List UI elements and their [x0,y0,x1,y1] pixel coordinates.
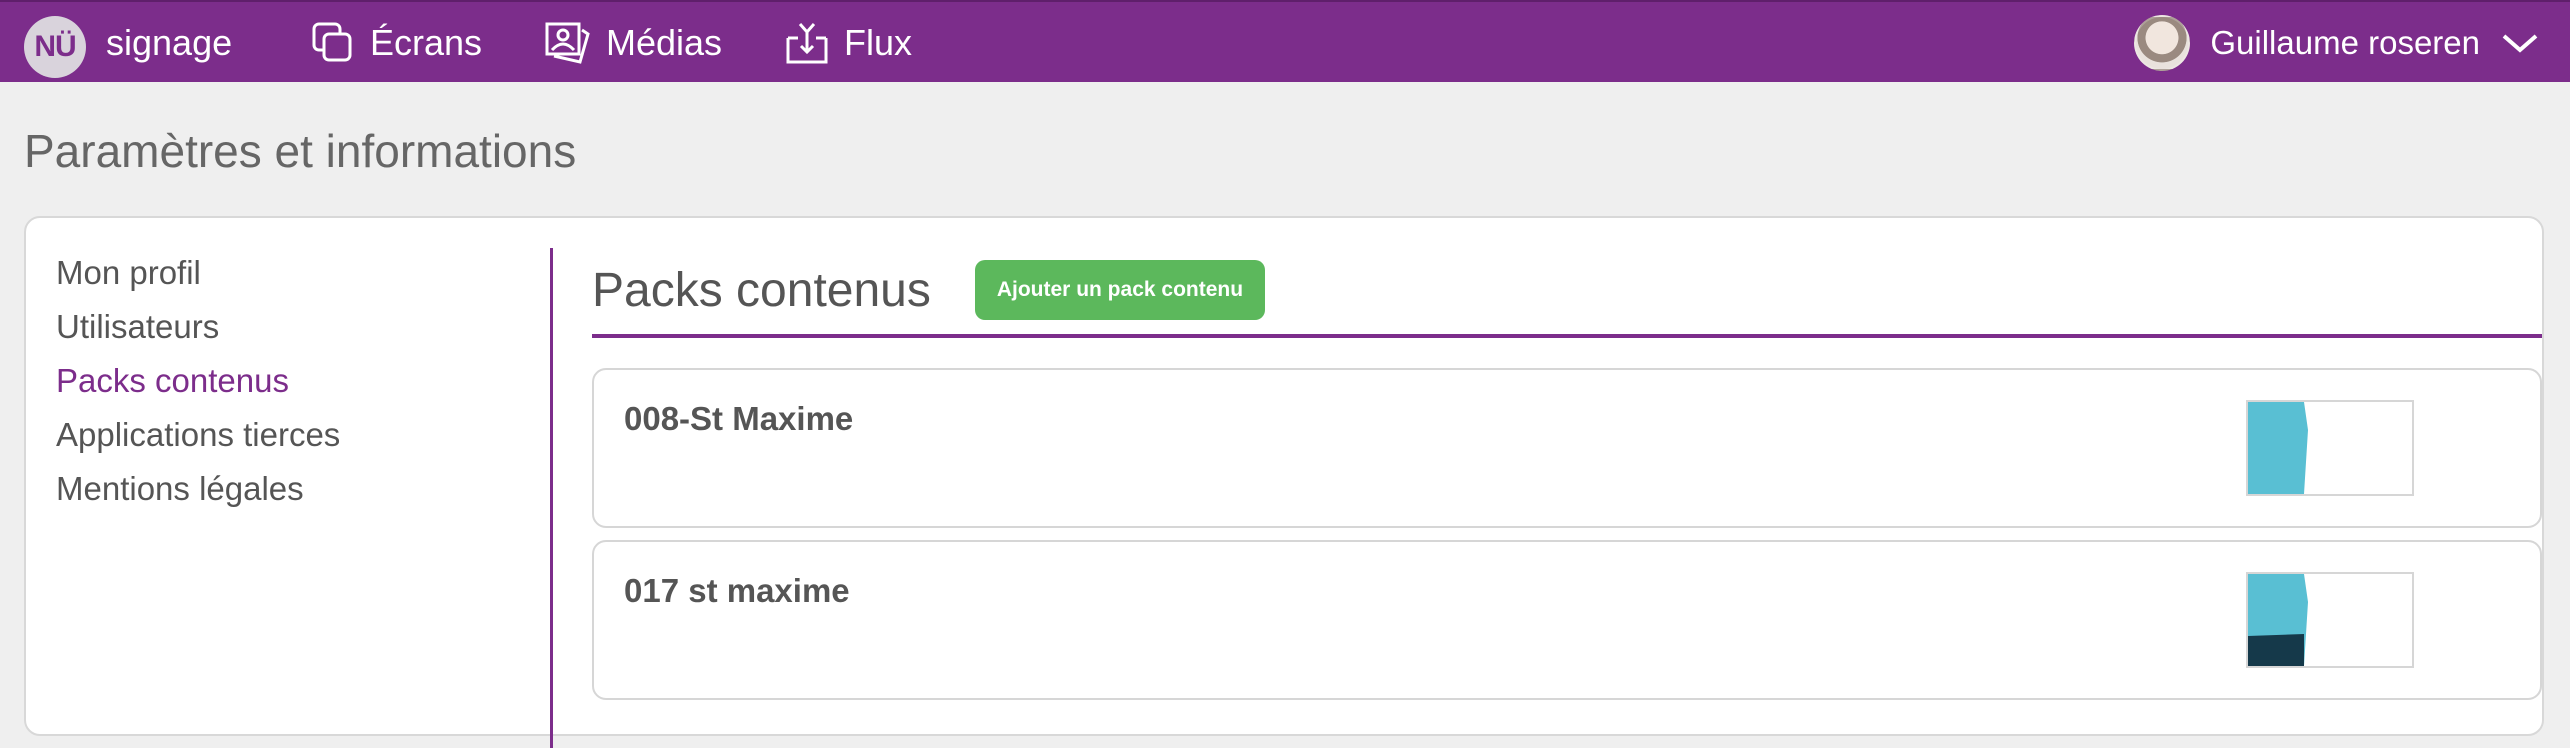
brand-name[interactable]: signage [106,22,232,64]
preview-banner-icon [2248,574,2308,666]
preview-banner-icon [2248,402,2308,494]
pack-name: 008-St Maxime [624,400,854,437]
avatar [2134,15,2191,71]
sidebar-item-packs-contenus[interactable]: Packs contenus [56,354,526,408]
pack-card[interactable]: 008-St Maxime [592,368,2542,528]
nu-logo[interactable]: NÜ [24,16,86,78]
user-menu[interactable]: Guillaume roseren [2134,14,2540,72]
nav-ecrans-label: Écrans [370,22,483,63]
nav-ecrans[interactable]: Écrans [310,16,482,70]
media-icon [545,22,590,64]
nav-flux[interactable]: Flux [784,16,912,70]
pack-preview-thumbnail [2246,400,2414,496]
sidebar-item-applications-tierces[interactable]: Applications tierces [56,408,526,462]
pack-card[interactable]: 017 st maxime [592,540,2542,700]
sidebar-item-mentions-legales[interactable]: Mentions légales [56,462,526,516]
nav-flux-label: Flux [844,22,913,63]
chevron-down-icon [2502,34,2538,53]
nav-medias[interactable]: Médias [544,16,722,70]
user-name: Guillaume roseren [2210,24,2480,61]
top-navigation-bar: NÜ signage Écrans Médias Flux Guillaume … [0,0,2570,82]
pack-preview-thumbnail [2246,572,2414,668]
sidebar-divider [550,248,553,748]
sidebar-item-mon-profil[interactable]: Mon profil [56,246,526,300]
section-title: Packs contenus [592,263,931,317]
nav-medias-label: Médias [606,22,723,63]
screens-icon [312,22,352,62]
sidebar-item-utilisateurs[interactable]: Utilisateurs [56,300,526,354]
add-pack-button[interactable]: Ajouter un pack contenu [974,260,1266,320]
pack-name: 017 st maxime [624,572,850,609]
section-header: Packs contenus Ajouter un pack contenu [592,246,2542,338]
page-title: Paramètres et informations [24,125,577,177]
flux-icon [786,23,828,64]
settings-sidebar: Mon profil Utilisateurs Packs contenus A… [56,246,526,516]
packs-section: Packs contenus Ajouter un pack contenu 0… [592,246,2542,700]
logo-text: NÜ [34,30,76,63]
settings-panel: Mon profil Utilisateurs Packs contenus A… [24,216,2544,748]
